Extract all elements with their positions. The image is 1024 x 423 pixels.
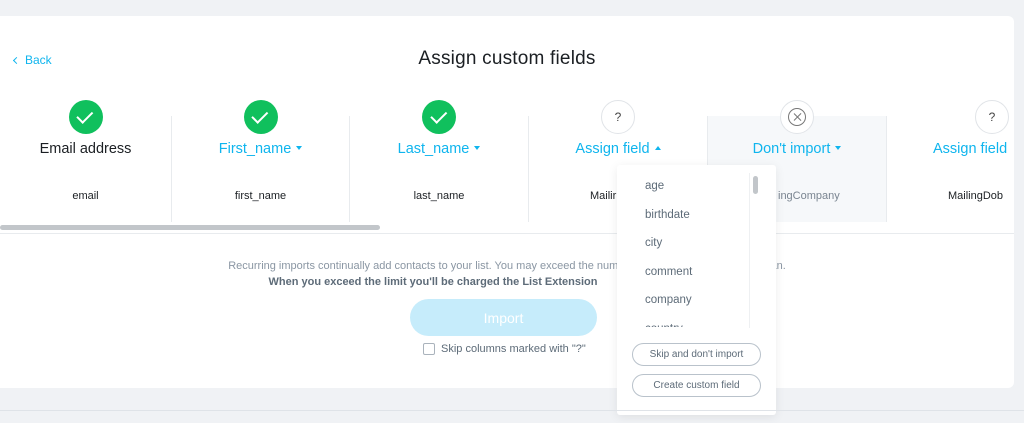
dropdown-scrollbar-thumb[interactable] [753,176,758,194]
field-dropdown-menu: age birthdate city comment company count… [617,165,776,415]
checkbox-icon[interactable] [423,343,435,355]
column-last-name: Last_name last_name [350,100,529,222]
dropdown-option[interactable]: comment [617,258,762,287]
column-source-name: last_name [413,190,465,202]
skip-columns-label: Skip columns marked with "?" [441,343,586,355]
import-button[interactable]: Import [410,299,597,336]
column-unassigned-2: ? Assign field MailingDob [887,100,1014,222]
column-source-name: MailingDob [948,190,1004,202]
dropdown-option[interactable]: city [617,229,762,258]
create-custom-field-button[interactable]: Create custom field [632,374,761,397]
column-email: Email address email [0,100,172,222]
dropdown-scrollbar[interactable] [749,173,761,328]
column-field-dropdown[interactable]: First_name [172,141,349,157]
checkmark-icon [68,100,103,134]
column-field-dropdown[interactable]: Assign field [529,141,707,157]
column-mapping-strip: Email address email First_name first_nam… [0,98,1014,222]
caret-down-icon [474,146,481,151]
column-source-name: email [72,190,99,202]
field-options-list: age birthdate city comment company count… [617,165,762,327]
scrollbar-thumb[interactable] [0,225,380,230]
horizontal-scrollbar[interactable] [0,224,1014,234]
recurring-import-notice: Recurring imports continually add contac… [228,260,786,272]
dropdown-option[interactable]: company [617,286,762,315]
skip-dont-import-button[interactable]: Skip and don't import [632,343,761,366]
column-first-name: First_name first_name [172,100,350,222]
checkmark-icon [243,100,278,134]
question-icon: ? [975,100,1009,134]
limit-notice: When you exceed the limit you'll be char… [268,276,598,288]
column-field-label: Email address [39,141,132,157]
dropdown-option[interactable]: country [617,315,762,328]
footer-divider [0,410,1024,411]
caret-down-icon [296,146,303,151]
checkmark-icon [422,100,456,134]
page-title: Assign custom fields [418,48,596,69]
caret-down-icon [835,146,842,151]
question-icon: ? [601,100,635,134]
column-field-dropdown[interactable]: Assign field [887,141,1014,157]
caret-up-icon [654,146,661,151]
column-field-dropdown[interactable]: Don't import [708,141,886,157]
skip-columns-checkbox[interactable]: Skip columns marked with "?" [423,343,586,355]
dropdown-option[interactable]: age [617,172,762,201]
cancel-circle-icon [780,100,814,134]
column-field-dropdown[interactable]: Last_name [350,141,528,157]
column-source-name: first_name [234,190,287,202]
dropdown-option[interactable]: birthdate [617,201,762,230]
